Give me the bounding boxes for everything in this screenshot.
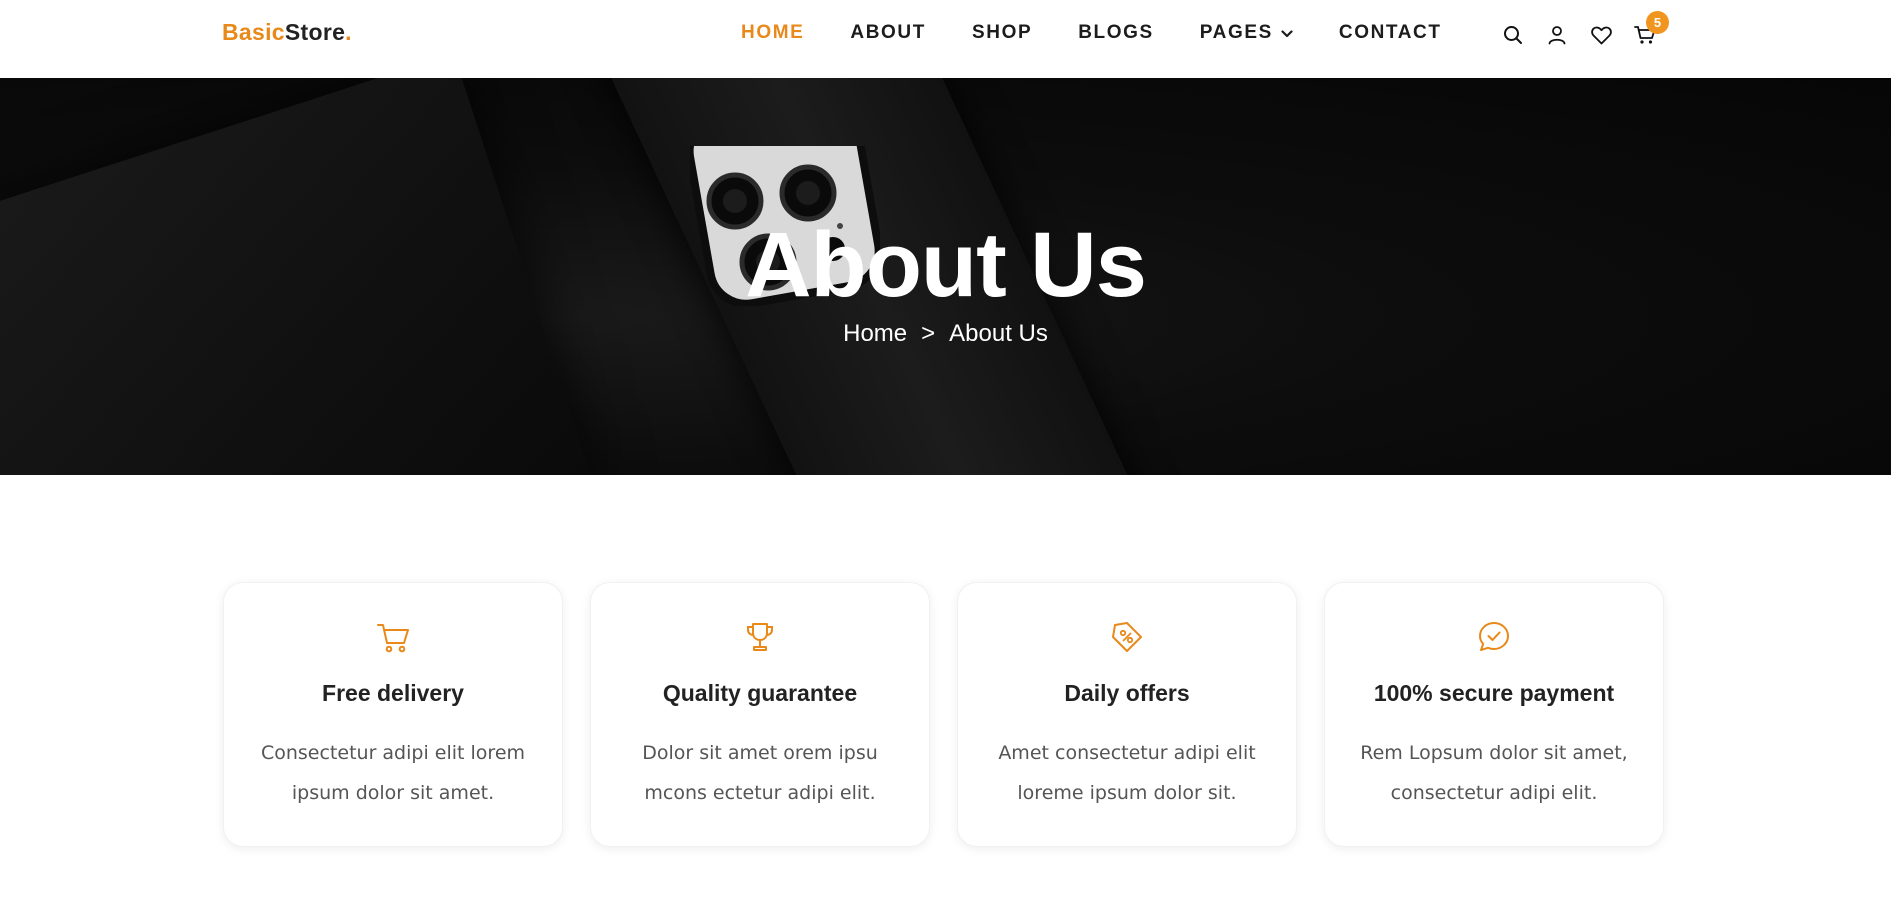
- feature-text-line-2: mcons ectetur adipi elit.: [644, 782, 876, 804]
- cart-icon: [375, 619, 411, 655]
- feature-text-line-1: Rem Lopsum dolor sit amet,: [1360, 742, 1628, 764]
- feature-card-quality-guarantee: Quality guarantee Dolor sit amet orem ip…: [590, 582, 930, 847]
- breadcrumb: Home > About Us: [0, 320, 1891, 348]
- page-title: About Us: [745, 214, 1147, 316]
- feature-description: Dolor sit amet orem ipsu mcons ectetur ad…: [615, 733, 905, 813]
- breadcrumb-current: About Us: [949, 320, 1048, 347]
- feature-text-line-2: loreme ipsum dolor sit.: [1017, 782, 1237, 804]
- cart-icon[interactable]: 5: [1632, 11, 1669, 48]
- nav-home[interactable]: HOME: [741, 22, 804, 44]
- feature-card-daily-offers: Daily offers Amet consectetur adipi elit…: [957, 582, 1297, 847]
- nav-blogs[interactable]: BLOGS: [1078, 22, 1154, 44]
- tag-icon: [1109, 619, 1145, 655]
- nav-pages-label: PAGES: [1199, 22, 1273, 43]
- brand-part-2: Store: [284, 19, 346, 45]
- feature-card-secure-payment: 100% secure payment Rem Lopsum dolor sit…: [1324, 582, 1664, 847]
- feature-title: 100% secure payment: [1373, 680, 1615, 706]
- feature-text-line-1: Dolor sit amet orem ipsu: [642, 742, 878, 764]
- nav-about[interactable]: ABOUT: [850, 22, 926, 44]
- features-section: Free delivery Consectetur adipi elit lor…: [223, 582, 1691, 847]
- nav-pages[interactable]: PAGES: [1200, 22, 1293, 44]
- hero-banner: About Us Home > About Us: [0, 78, 1891, 475]
- feature-title: Quality guarantee: [662, 680, 858, 706]
- feature-title: Daily offers: [1064, 680, 1190, 706]
- chat-check-icon: [1476, 619, 1512, 655]
- feature-description: Amet consectetur adipi elit loreme ipsum …: [982, 733, 1272, 813]
- brand-part-3: .: [345, 19, 352, 45]
- breadcrumb-home-link[interactable]: Home: [843, 320, 907, 347]
- feature-title: Free delivery: [322, 680, 464, 706]
- feature-text-line-1: Consectetur adipi elit lorem: [260, 742, 526, 764]
- search-icon[interactable]: [1500, 22, 1526, 48]
- brand-part-1: Basic: [222, 19, 285, 45]
- trophy-icon: [742, 619, 778, 655]
- feature-text-line-2: consectetur adipi elit.: [1390, 782, 1598, 804]
- cart-count-badge: 5: [1646, 11, 1669, 34]
- feature-text-line-2: ipsum dolor sit amet.: [291, 782, 495, 804]
- nav-contact-label: CONTACT: [1338, 22, 1442, 43]
- main-nav: HOME ABOUT SHOP BLOGS PAGES CONTACT: [741, 22, 1488, 44]
- site-header: BasicStore. HOME ABOUT SHOP BLOGS PAGES …: [0, 0, 1891, 78]
- breadcrumb-separator: >: [921, 320, 936, 347]
- nav-about-label: ABOUT: [850, 22, 926, 43]
- feature-description: Rem Lopsum dolor sit amet, consectetur ad…: [1349, 733, 1639, 813]
- nav-shop[interactable]: SHOP: [972, 22, 1032, 44]
- nav-blogs-label: BLOGS: [1078, 22, 1154, 43]
- brand-logo[interactable]: BasicStore.: [222, 19, 352, 46]
- nav-home-label: HOME: [741, 22, 805, 43]
- feature-description: Consectetur adipi elit lorem ipsum dolor …: [248, 733, 538, 813]
- user-icon[interactable]: [1544, 22, 1570, 48]
- nav-shop-label: SHOP: [971, 22, 1033, 43]
- chevron-down-icon: [1281, 22, 1293, 44]
- nav-contact[interactable]: CONTACT: [1339, 22, 1442, 44]
- heart-icon[interactable]: [1588, 22, 1614, 48]
- feature-text-line-1: Amet consectetur adipi elit: [998, 742, 1256, 764]
- header-icons: 5: [1500, 11, 1676, 48]
- feature-card-free-delivery: Free delivery Consectetur adipi elit lor…: [223, 582, 563, 847]
